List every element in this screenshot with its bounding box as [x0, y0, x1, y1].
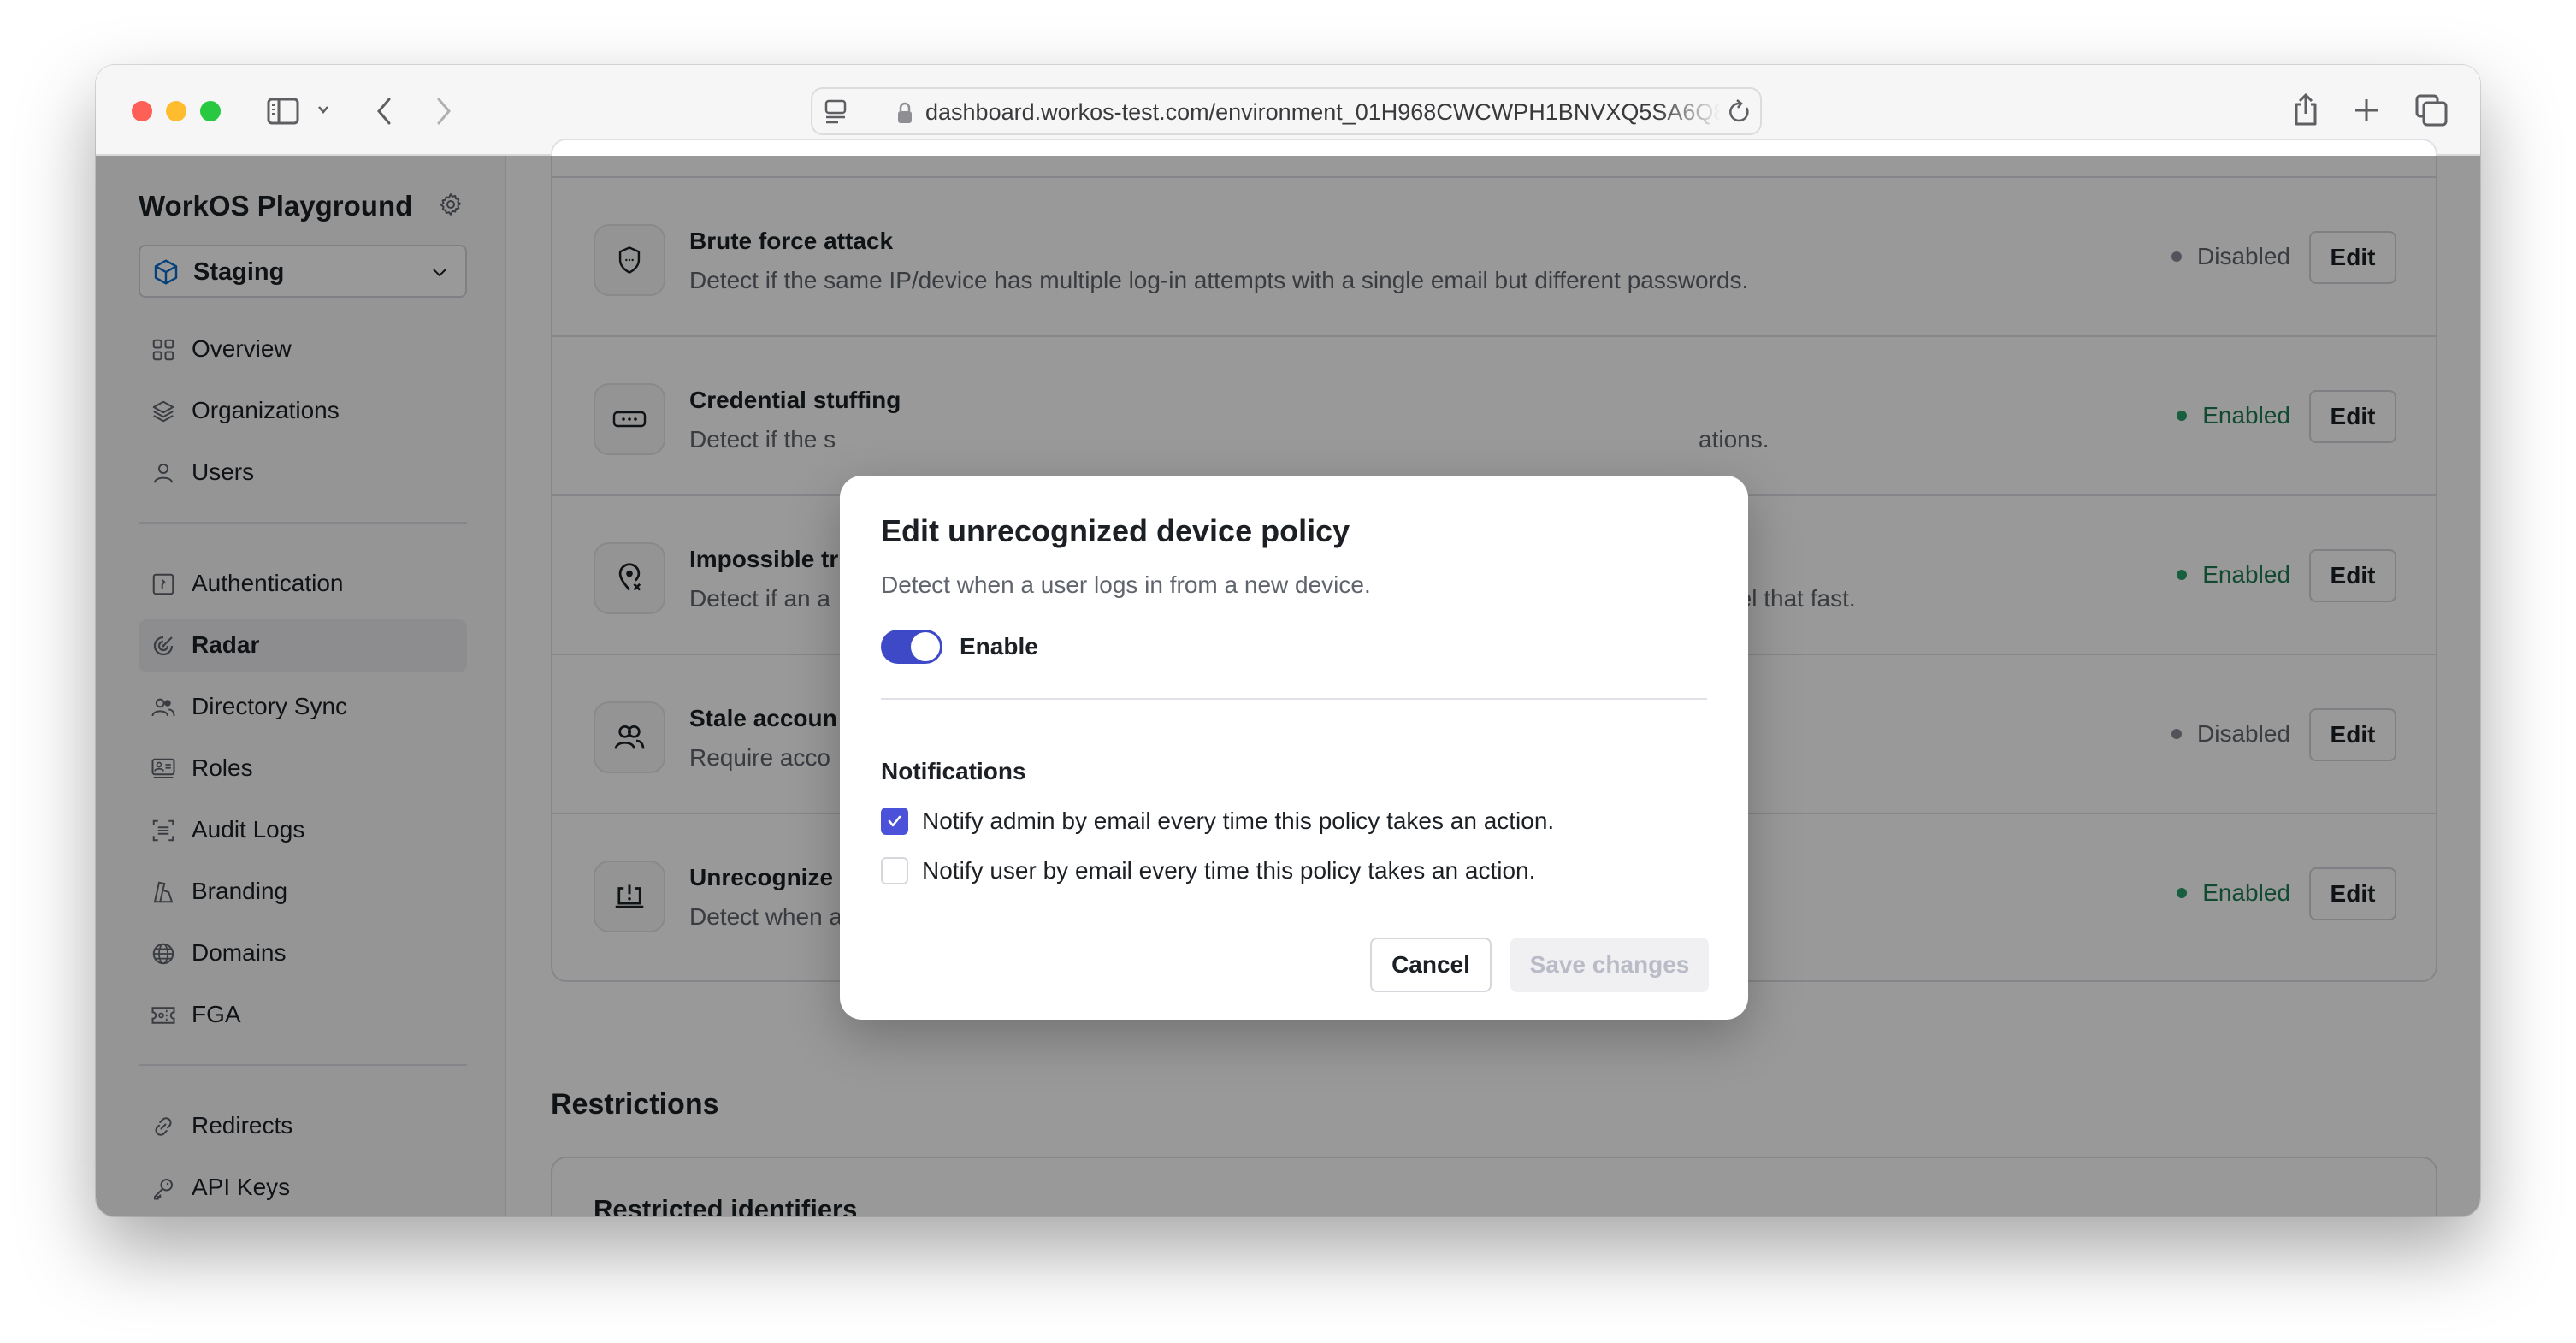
browser-window: dashboard.workos-test.com/environment_01…	[96, 65, 2480, 1216]
dialog-divider	[881, 698, 1707, 700]
check-icon	[888, 815, 901, 827]
save-changes-button[interactable]: Save changes	[1510, 938, 1709, 992]
page-content: WorkOS Playground Staging Overview Organ…	[96, 139, 2480, 1216]
page-menu-icon[interactable]	[824, 99, 847, 125]
toggle-knob	[911, 632, 940, 661]
notify-user-checkbox[interactable]	[881, 857, 908, 884]
close-window-button[interactable]	[132, 101, 152, 121]
minimize-window-button[interactable]	[166, 101, 186, 121]
dialog-description: Detect when a user logs in from a new de…	[881, 571, 1371, 598]
new-tab-icon[interactable]	[2354, 98, 2379, 123]
notify-admin-label[interactable]: Notify admin by email every time this po…	[922, 808, 1554, 835]
forward-icon[interactable]	[434, 96, 453, 127]
enable-toggle-label: Enable	[960, 633, 1038, 660]
lock-icon	[896, 101, 913, 125]
reload-icon[interactable]	[1728, 99, 1752, 125]
enable-toggle[interactable]	[881, 630, 942, 664]
dialog-title: Edit unrecognized device policy	[881, 513, 1350, 548]
notify-admin-checkbox[interactable]	[881, 808, 908, 835]
sidebar-toggle-icon[interactable]	[267, 98, 299, 125]
chevron-down-icon[interactable]	[316, 104, 330, 115]
url-text[interactable]: dashboard.workos-test.com/environment_01…	[925, 99, 1721, 126]
notify-user-label[interactable]: Notify user by email every time this pol…	[922, 857, 1535, 884]
back-icon[interactable]	[375, 96, 393, 127]
address-bar[interactable]: dashboard.workos-test.com/environment_01…	[811, 87, 1762, 135]
tabs-overview-icon[interactable]	[2415, 94, 2448, 127]
share-icon[interactable]	[2292, 92, 2319, 127]
cancel-button[interactable]: Cancel	[1370, 938, 1492, 992]
notifications-heading: Notifications	[881, 758, 1026, 784]
zoom-window-button[interactable]	[200, 101, 221, 121]
edit-policy-dialog: Edit unrecognized device policy Detect w…	[840, 476, 1748, 1020]
